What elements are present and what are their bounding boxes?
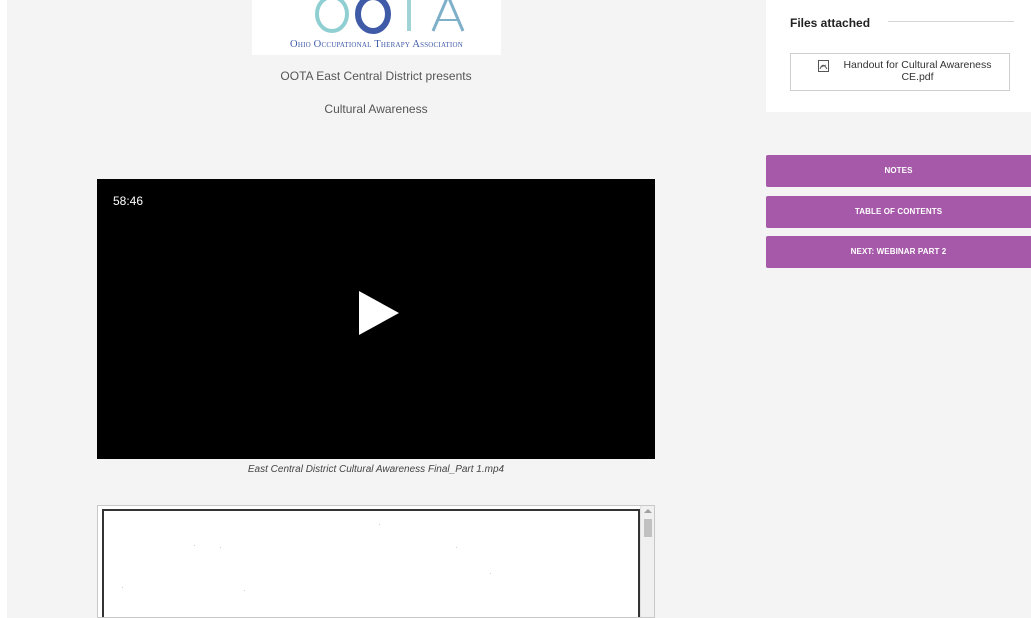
oota-logo: Ohio Occupational Therapy Association — [252, 0, 501, 55]
scroll-up-arrow-icon[interactable] — [644, 509, 652, 513]
presents-text: OOTA East Central District presents — [280, 69, 472, 83]
table-of-contents-button[interactable]: TABLE OF CONTENTS — [766, 196, 1031, 228]
pdf-icon — [818, 59, 829, 72]
next-webinar-button[interactable]: NEXT: WEBINAR PART 2 — [766, 236, 1031, 268]
video-player[interactable]: 58:46 — [97, 179, 655, 459]
document-scrollbar[interactable] — [640, 506, 654, 617]
files-attached-card: Files attached Handout for Cultural Awar… — [766, 0, 1031, 112]
document-page — [102, 509, 640, 617]
attached-file-button[interactable]: Handout for Cultural Awareness CE.pdf — [790, 53, 1010, 91]
file-name: Handout for Cultural Awareness CE.pdf — [843, 59, 992, 83]
play-icon[interactable] — [357, 289, 401, 337]
video-duration: 58:46 — [113, 194, 144, 208]
heading-divider — [888, 21, 1014, 22]
scroll-thumb[interactable] — [644, 519, 652, 537]
main-content: Ohio Occupational Therapy Association OO… — [7, 0, 757, 618]
course-title: Cultural Awareness — [324, 102, 428, 116]
document-viewer[interactable] — [97, 505, 655, 618]
org-name: Ohio Occupational Therapy Association — [290, 39, 463, 50]
files-heading: Files attached — [790, 16, 871, 30]
video-caption: East Central District Cultural Awareness… — [247, 464, 505, 475]
notes-button[interactable]: NOTES — [766, 155, 1031, 187]
